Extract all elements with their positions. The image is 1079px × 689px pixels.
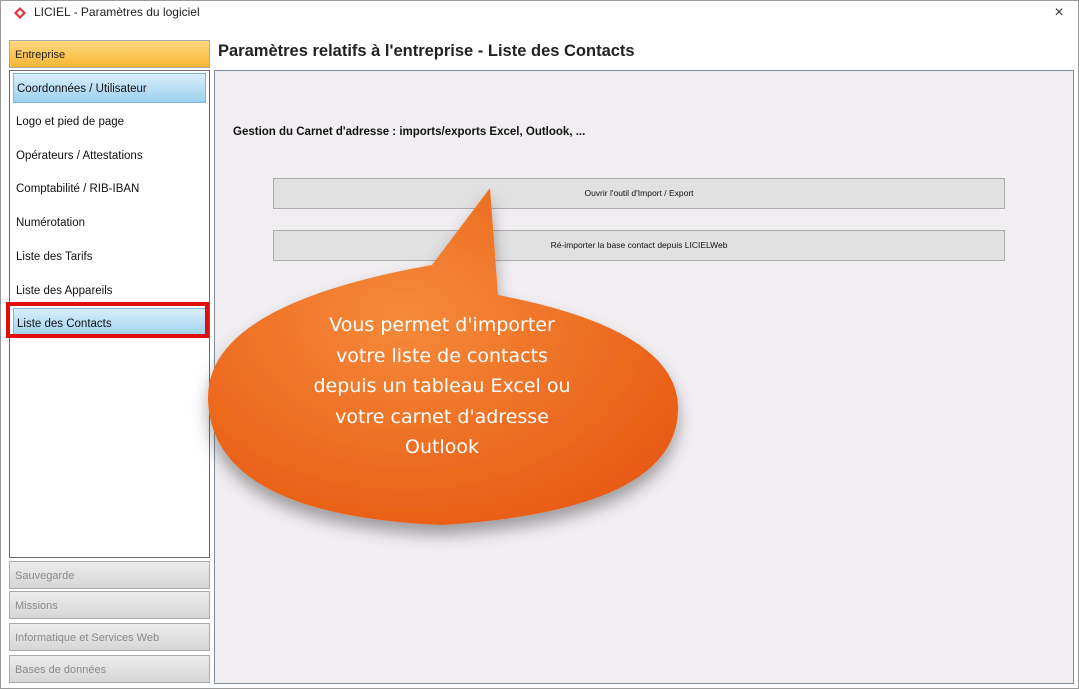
group-sauvegarde[interactable]: Sauvegarde <box>9 561 210 589</box>
sidebar-item-logo[interactable]: Logo et pied de page <box>13 107 206 137</box>
liciel-logo-icon <box>14 7 26 19</box>
sidebar-item-coordonnees[interactable]: Coordonnées / Utilisateur <box>13 73 206 103</box>
callout-line: votre carnet d'adresse <box>335 405 549 428</box>
close-icon[interactable]: × <box>1048 3 1070 23</box>
callout-line: Vous permet d'importer <box>329 314 555 336</box>
window-title: LICIEL - Paramètres du logiciel <box>34 5 200 19</box>
sidebar-item-operateurs[interactable]: Opérateurs / Attestations <box>13 141 206 171</box>
reimport-licielweb-button[interactable]: Ré-importer la base contact depuis LICIE… <box>273 230 1005 261</box>
sidebar-item-tarifs[interactable]: Liste des Tarifs <box>13 242 206 272</box>
group-informatique[interactable]: Informatique et Services Web <box>9 623 210 651</box>
callout-text: Vous permet d'importer votre liste de co… <box>282 310 602 463</box>
group-entreprise[interactable]: Entreprise <box>9 40 210 68</box>
selection-highlight-box <box>6 302 209 338</box>
sidebar-item-comptabilite[interactable]: Comptabilité / RIB-IBAN <box>13 174 206 204</box>
callout-line: Outlook <box>405 436 479 458</box>
section-label: Gestion du Carnet d'adresse : imports/ex… <box>233 126 586 138</box>
callout-line: depuis un tableau Excel ou <box>313 375 571 397</box>
settings-sidebar: Entreprise Coordonnées / Utilisateur Log… <box>9 40 210 686</box>
group-bases-de-donnees[interactable]: Bases de données <box>9 655 210 683</box>
group-missions[interactable]: Missions <box>9 591 210 619</box>
callout-line: votre liste de contacts <box>336 344 548 367</box>
open-import-export-button[interactable]: Ouvrir l'outil d'Import / Export <box>273 178 1005 209</box>
title-bar: LICIEL - Paramètres du logiciel × <box>1 1 1078 25</box>
page-title: Paramètres relatifs à l'entreprise - Lis… <box>218 42 635 60</box>
sidebar-item-numerotation[interactable]: Numérotation <box>13 208 206 238</box>
